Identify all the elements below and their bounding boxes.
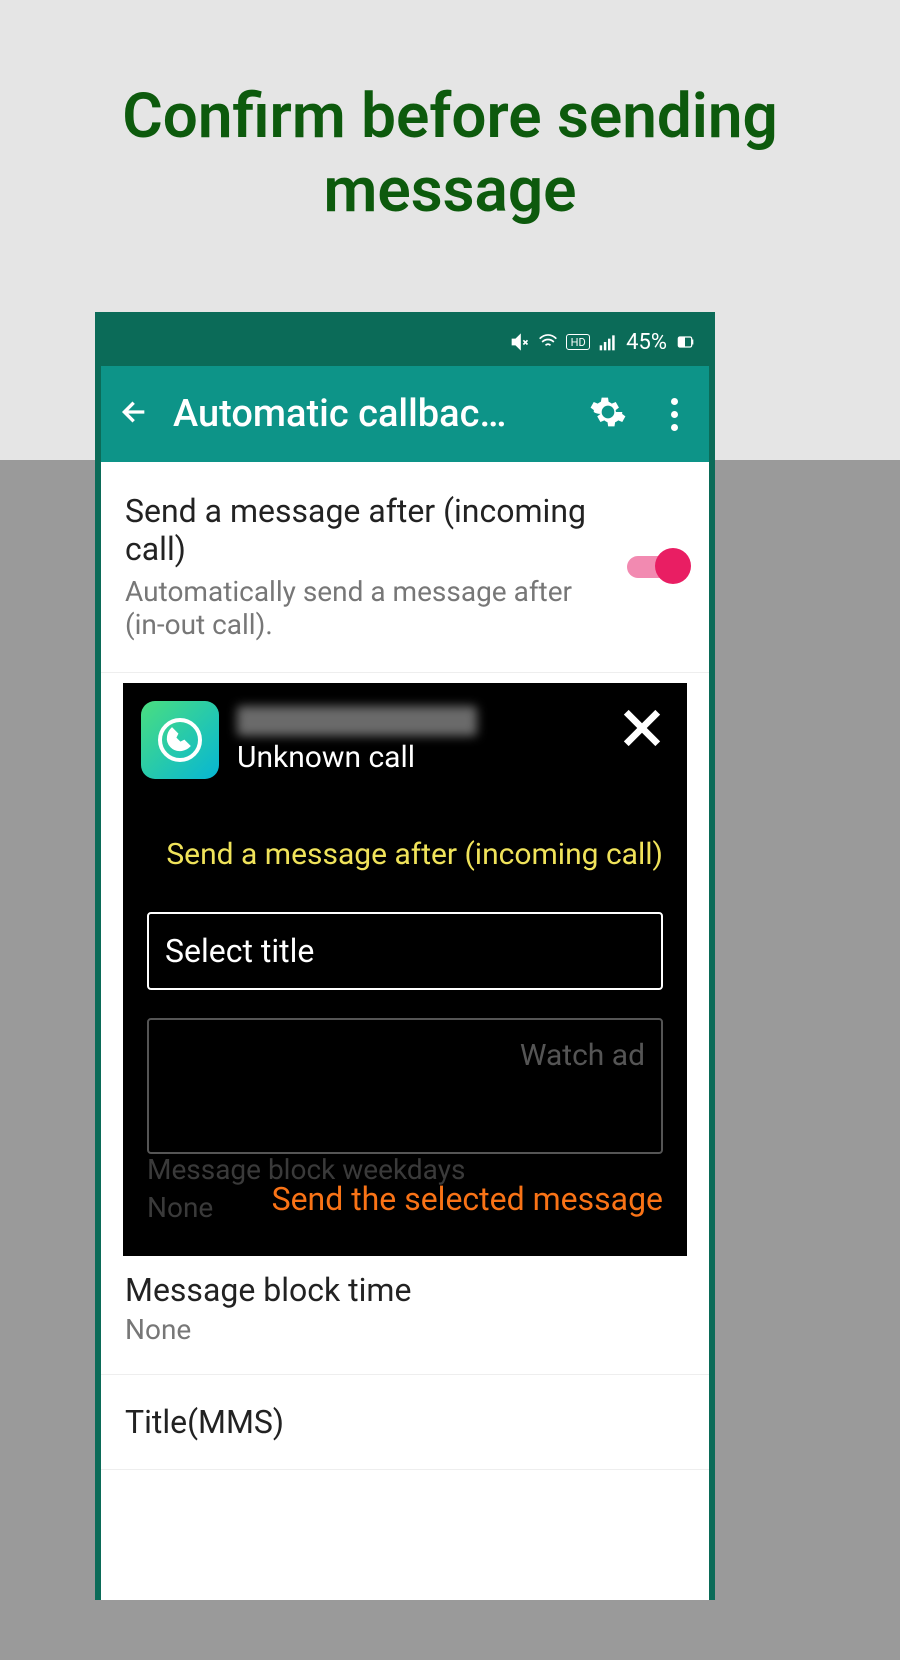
select-title-dropdown[interactable]: Select title [147,912,663,990]
battery-icon [675,332,695,352]
list-subtitle: None [125,1313,685,1346]
list-title: Title(MMS) [125,1403,685,1441]
battery-percent: 45% [626,330,667,355]
signal-icon [598,332,618,352]
wifi-icon [538,332,558,352]
textarea-hint: Watch ad [520,1038,645,1073]
close-icon[interactable] [615,701,669,755]
phone-frame: HD 45% Automatic callbac… Send a message… [95,312,715,1600]
bg-hidden-row-title: Message block weekdays [147,1153,465,1186]
list-message-block-time[interactable]: Message block time None [101,1243,709,1375]
setting-subtitle: Automatically send a message after (in-o… [125,575,611,642]
bg-hidden-row-sub: None [147,1191,213,1224]
caller-number-blurred [237,706,477,736]
app-icon [141,701,219,779]
promo-heading: Confirm before sending message [0,0,900,289]
list-title: Message block time [125,1271,685,1309]
dialog-heading: Send a message after (incoming call) [147,837,663,872]
more-icon[interactable] [669,398,679,431]
unknown-call-label: Unknown call [237,740,669,775]
list-title-mms[interactable]: Title(MMS) [101,1375,709,1470]
app-bar: Automatic callbac… [101,366,709,462]
setting-title: Send a message after (incoming call) [125,492,611,569]
gear-icon[interactable] [589,393,627,435]
back-icon[interactable] [119,396,151,432]
mute-icon [510,332,530,352]
dialog-header: Unknown call [123,683,687,797]
content-area: Send a message after (incoming call) Aut… [101,462,709,1470]
hd-icon: HD [566,334,590,350]
dialog-body: Send a message after (incoming call) Sel… [123,797,687,1256]
page-title: Automatic callbac… [173,392,567,436]
setting-send-after-call[interactable]: Send a message after (incoming call) Aut… [101,462,709,673]
message-textarea[interactable]: Watch ad [147,1018,663,1154]
confirm-dialog: Unknown call Send a message after (incom… [123,683,687,1256]
setting-toggle[interactable] [627,556,685,578]
status-bar: HD 45% [101,318,709,366]
